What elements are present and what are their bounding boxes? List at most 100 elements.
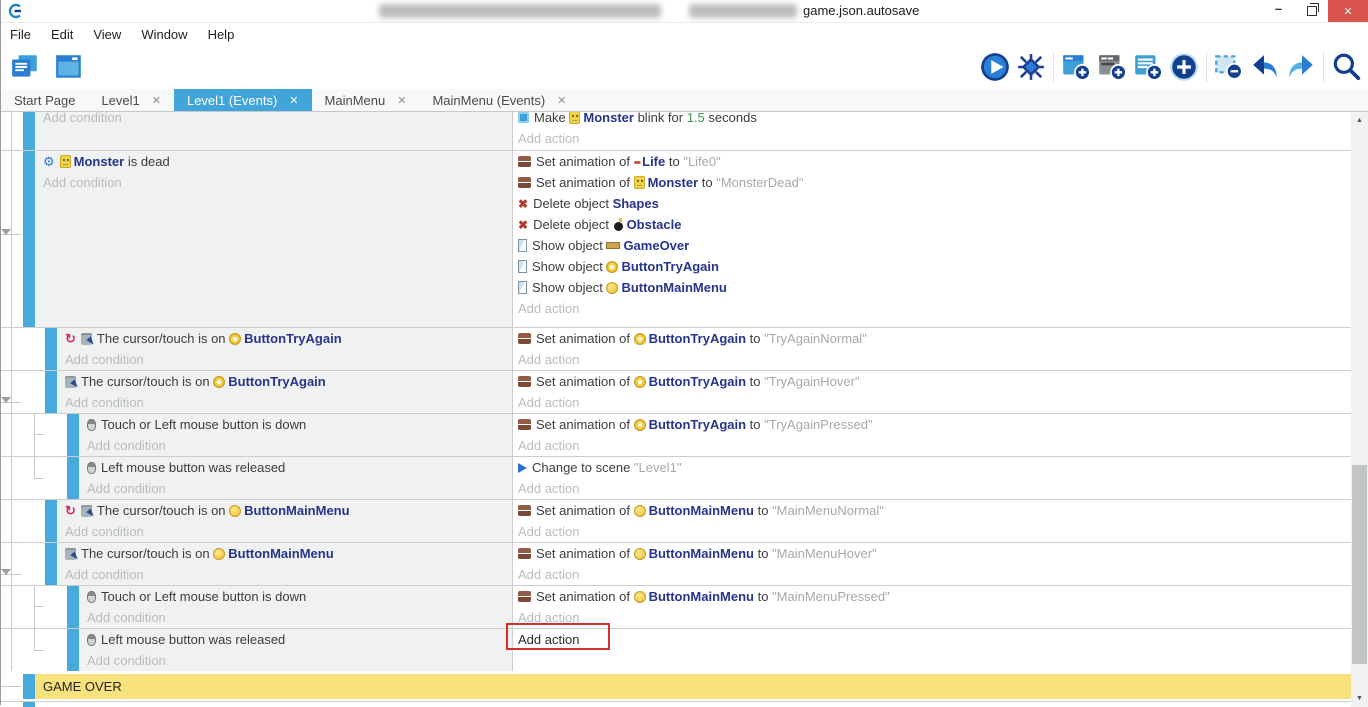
add-condition-link[interactable]: Add condition (43, 112, 512, 128)
menu-item-file[interactable]: File (7, 27, 42, 42)
comment-row[interactable]: GAME OVER (1, 674, 1351, 699)
add-action-link[interactable]: Add action (518, 298, 1351, 319)
event-row: The cursor/touch is on ButtonMainMenuAdd… (1, 542, 1351, 585)
event-selection-bar[interactable] (23, 151, 35, 327)
close-icon[interactable] (1328, 0, 1368, 22)
action-line[interactable]: Delete object Obstacle (518, 214, 1351, 235)
menu-item-edit[interactable]: Edit (48, 27, 84, 42)
event-selection-bar[interactable] (67, 414, 79, 456)
add-action-link[interactable]: Add action (518, 629, 1351, 650)
add-action-link[interactable]: Add action (518, 521, 1351, 542)
add-condition-link[interactable]: Add condition (87, 478, 512, 499)
redo-icon[interactable] (1283, 49, 1319, 85)
condition-line[interactable]: Touch or Left mouse button is down (87, 586, 512, 607)
add-condition-link[interactable]: Add condition (65, 521, 512, 542)
tab-close-icon[interactable]: ✕ (152, 94, 161, 107)
coin-icon (634, 548, 646, 560)
action-line[interactable]: Set animation of Monster to "MonsterDead… (518, 172, 1351, 193)
tab-mainmenu[interactable]: MainMenu✕ (312, 89, 420, 111)
life-icon (634, 154, 640, 169)
scroll-down-icon[interactable]: ▼ (1351, 690, 1368, 707)
tab-close-icon[interactable]: ✕ (397, 94, 406, 107)
object-reference: Life (634, 154, 666, 169)
add-action-link[interactable]: Add action (518, 564, 1351, 585)
undo-icon[interactable] (1247, 49, 1283, 85)
add-action-link[interactable]: Add action (518, 392, 1351, 413)
event-selection-bar[interactable] (45, 371, 57, 413)
add-comment-icon[interactable] (1130, 49, 1166, 85)
add-condition-link[interactable]: Add condition (65, 392, 512, 413)
add-event-icon[interactable] (1058, 49, 1094, 85)
condition-line[interactable]: Touch or Left mouse button is down (87, 414, 512, 435)
text-segment: seconds (705, 112, 757, 125)
add-condition-link[interactable]: Add condition (43, 172, 512, 193)
condition-line[interactable]: The cursor/touch is on ButtonMainMenu (65, 500, 512, 521)
string-parameter: "TryAgainPressed" (764, 417, 872, 432)
event-selection-bar[interactable] (45, 543, 57, 585)
action-line[interactable]: Set animation of ButtonMainMenu to "Main… (518, 586, 1351, 607)
event-selection-bar[interactable] (45, 328, 57, 370)
condition-line[interactable]: The cursor/touch is on ButtonTryAgain (65, 328, 512, 349)
add-action-link[interactable]: Add action (518, 128, 1351, 149)
tab-close-icon[interactable]: ✕ (289, 94, 298, 107)
event-selection-bar[interactable] (23, 112, 35, 150)
scroll-up-icon[interactable]: ▲ (1351, 112, 1368, 129)
menu-item-view[interactable]: View (90, 27, 132, 42)
event-selection-bar[interactable] (67, 629, 79, 671)
add-other-event-icon[interactable] (1166, 49, 1202, 85)
tab-level1-events-[interactable]: Level1 (Events)✕ (174, 89, 312, 111)
add-action-link[interactable]: Add action (518, 478, 1351, 499)
condition-line[interactable]: The cursor/touch is on ButtonMainMenu (65, 543, 512, 564)
action-line[interactable]: Change to scene "Level1" (518, 457, 1351, 478)
action-line[interactable]: Show object GameOver (518, 235, 1351, 256)
events-sheet-icon[interactable] (7, 49, 43, 85)
debug-bug-icon[interactable] (1013, 49, 1049, 85)
event-selection-bar[interactable] (23, 674, 35, 699)
text-segment: to (665, 154, 683, 169)
menu-item-window[interactable]: Window (138, 27, 198, 42)
comment-body[interactable]: GAME OVER (35, 674, 1351, 699)
event-selection-bar[interactable] (45, 500, 57, 542)
condition-line[interactable]: Left mouse button was released (87, 457, 512, 478)
add-condition-link[interactable]: Add condition (87, 650, 512, 671)
tab-level1[interactable]: Level1✕ (88, 89, 174, 111)
minimize-icon[interactable] (1262, 0, 1295, 22)
action-line[interactable]: Set animation of Life to "Life0" (518, 151, 1351, 172)
add-condition-link[interactable]: Add condition (65, 349, 512, 370)
toggle-disabled-icon[interactable] (1211, 49, 1247, 85)
menu-item-help[interactable]: Help (205, 27, 246, 42)
tab-close-icon[interactable]: ✕ (557, 94, 566, 107)
vertical-scrollbar[interactable]: ▲ ▼ (1351, 112, 1368, 707)
condition-line[interactable]: The cursor/touch is on ButtonTryAgain (65, 371, 512, 392)
search-icon[interactable] (1328, 49, 1364, 85)
action-line[interactable]: Set animation of ButtonTryAgain to "TryA… (518, 328, 1351, 349)
add-condition-link[interactable]: Add condition (65, 564, 512, 585)
action-line[interactable]: Set animation of ButtonTryAgain to "TryA… (518, 414, 1351, 435)
object-name: ButtonMainMenu (649, 503, 754, 518)
add-action-link[interactable]: Add action (518, 349, 1351, 370)
cursor-touch-icon (81, 505, 92, 517)
preview-play-icon[interactable] (977, 49, 1013, 85)
action-line[interactable]: Set animation of ButtonTryAgain to "TryA… (518, 371, 1351, 392)
action-line[interactable]: Show object ButtonMainMenu (518, 277, 1351, 298)
add-action-link[interactable]: Add action (518, 435, 1351, 456)
action-line[interactable]: Delete object Shapes (518, 193, 1351, 214)
event-selection-bar[interactable] (67, 586, 79, 628)
event-selection-bar[interactable] (67, 457, 79, 499)
invert-icon (65, 503, 76, 519)
add-condition-link[interactable]: Add condition (87, 435, 512, 456)
condition-line[interactable]: Left mouse button was released (87, 629, 512, 650)
action-line[interactable]: Set animation of ButtonMainMenu to "Main… (518, 543, 1351, 564)
action-line[interactable]: Show object ButtonTryAgain (518, 256, 1351, 277)
restore-icon[interactable] (1295, 0, 1328, 22)
tab-mainmenu-events-[interactable]: MainMenu (Events)✕ (419, 89, 579, 111)
add-action-link[interactable]: Add action (518, 607, 1351, 628)
scene-editor-icon[interactable] (51, 49, 87, 85)
action-line[interactable]: Set animation of ButtonMainMenu to "Main… (518, 500, 1351, 521)
tab-start-page[interactable]: Start Page (1, 89, 88, 111)
add-sub-event-icon[interactable] (1094, 49, 1130, 85)
scrollbar-thumb[interactable] (1352, 465, 1367, 664)
condition-line[interactable]: Monster is dead (43, 151, 512, 172)
action-line[interactable]: Make Monster blink for 1.5 seconds (518, 112, 1351, 128)
add-condition-link[interactable]: Add condition (87, 607, 512, 628)
